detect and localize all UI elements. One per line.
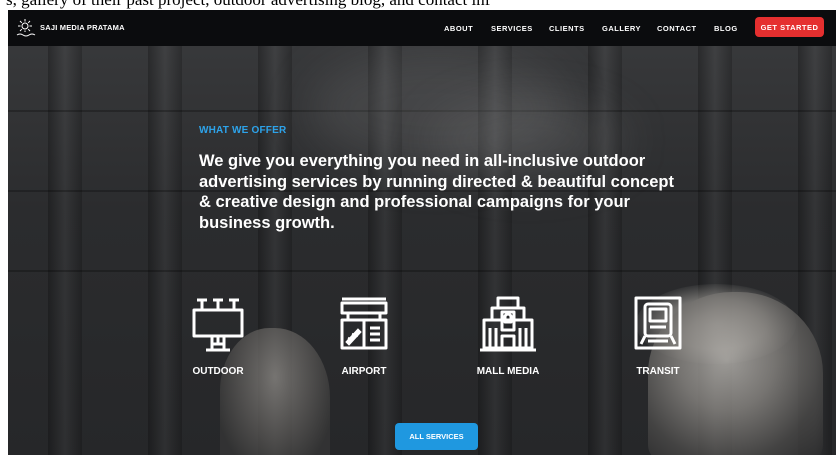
logo-icon[interactable] xyxy=(14,18,36,38)
nav-item-about[interactable]: ABOUT xyxy=(444,24,473,33)
top-navigation: SAJI MEDIA PRATAMA ABOUT SERVICES CLIENT… xyxy=(8,10,836,46)
transit-icon xyxy=(634,296,682,350)
service-label-mall-media: MALL MEDIA xyxy=(476,366,540,377)
caption-strip: s, gallery of their past project, outdoo… xyxy=(0,0,836,10)
billboard-icon xyxy=(192,298,244,352)
mall-icon xyxy=(480,296,536,352)
airport-icon xyxy=(340,297,388,350)
service-label-airport: AIRPORT xyxy=(341,366,387,377)
hero-headline: We give you everything you need in all-i… xyxy=(199,152,674,232)
service-outdoor[interactable]: OUTDOOR xyxy=(158,294,278,377)
service-label-outdoor: OUTDOOR xyxy=(192,366,244,377)
brand-name[interactable]: SAJI MEDIA PRATAMA xyxy=(40,23,125,32)
all-services-button[interactable]: ALL SERVICES xyxy=(395,423,478,450)
nav-item-clients[interactable]: CLIENTS xyxy=(549,24,585,33)
nav-item-blog[interactable]: BLOG xyxy=(714,24,738,33)
service-mall-media[interactable]: MALL MEDIA xyxy=(448,294,568,377)
nav-item-contact[interactable]: CONTACT xyxy=(657,24,697,33)
nav-item-services[interactable]: SERVICES xyxy=(491,24,533,33)
caption-text: s, gallery of their past project, outdoo… xyxy=(6,0,490,10)
service-airport[interactable]: AIRPORT xyxy=(304,294,424,377)
get-started-button[interactable]: GET STARTED xyxy=(755,17,824,37)
service-label-transit: TRANSIT xyxy=(636,366,680,377)
section-eyebrow: WHAT WE OFFER xyxy=(199,125,287,136)
website-viewport: SAJI MEDIA PRATAMA ABOUT SERVICES CLIENT… xyxy=(8,10,836,455)
nav-item-gallery[interactable]: GALLERY xyxy=(602,24,641,33)
service-transit[interactable]: TRANSIT xyxy=(598,294,718,377)
